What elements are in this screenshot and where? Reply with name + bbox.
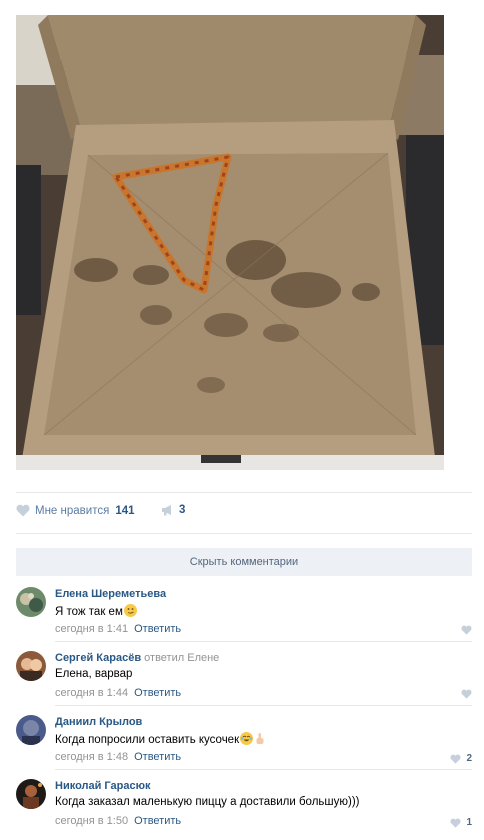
comment-header: Даниил Крылов <box>55 716 142 728</box>
share-count[interactable]: 3 <box>179 504 185 516</box>
like-count[interactable]: 141 <box>115 505 134 517</box>
reply-button[interactable]: Ответить <box>134 623 181 635</box>
heart-icon <box>450 754 461 764</box>
comment-like-button[interactable] <box>461 625 472 635</box>
comment-like-count: 2 <box>466 753 472 764</box>
comment-meta: сегодня в 1:50 Ответить <box>55 815 181 827</box>
comment-text: Я тож так ем <box>55 604 137 618</box>
heart-icon <box>450 818 461 828</box>
comment-author[interactable]: Сергей Карасёв <box>55 652 141 664</box>
hide-comments-button[interactable]: Скрыть комментарии <box>16 548 472 576</box>
comment-meta: сегодня в 1:44 Ответить <box>55 687 181 699</box>
pizza-box-photo <box>16 15 444 470</box>
comment-header: Николай Гарасюк <box>55 780 151 792</box>
heart-icon <box>16 504 30 517</box>
share-button[interactable]: 3 <box>161 504 185 516</box>
comment-item: Николай Гарасюк Когда заказал маленькую … <box>16 776 472 840</box>
reply-to-text: ответил Елене <box>144 652 219 664</box>
comment-meta: сегодня в 1:48 Ответить <box>55 751 181 763</box>
comment-time[interactable]: сегодня в 1:41 <box>55 623 128 635</box>
comment-author[interactable]: Николай Гарасюк <box>55 780 151 792</box>
like-label: Мне нравится <box>35 504 110 517</box>
post-photo[interactable] <box>16 15 444 470</box>
comment-text-content: Я тож так ем <box>55 606 123 618</box>
avatar[interactable] <box>16 651 46 681</box>
comment-meta: сегодня в 1:41 Ответить <box>55 623 181 635</box>
comment-time[interactable]: сегодня в 1:48 <box>55 751 128 763</box>
post-actions: Мне нравится 141 3 <box>16 504 472 522</box>
comment-text: Когда заказал маленькую пиццу а доставил… <box>55 796 360 808</box>
pointing-up-emoji <box>254 732 266 745</box>
avatar[interactable] <box>16 587 46 617</box>
reply-button[interactable]: Ответить <box>134 815 181 827</box>
comment-text: Елена, варвар <box>55 668 133 680</box>
comment-item: Елена Шереметьева Я тож так ем сегодня в… <box>16 584 472 648</box>
comment-time[interactable]: сегодня в 1:50 <box>55 815 128 827</box>
comment-header: Елена Шереметьева <box>55 588 166 600</box>
comment-like-button[interactable]: 2 <box>450 753 472 764</box>
heart-icon <box>461 689 472 699</box>
avatar[interactable] <box>16 779 46 809</box>
comment-like-count: 1 <box>466 817 472 828</box>
divider <box>55 641 472 642</box>
avatar[interactable] <box>16 715 46 745</box>
comment-like-button[interactable]: 1 <box>450 817 472 828</box>
megaphone-icon <box>162 505 171 516</box>
comment-like-button[interactable] <box>461 689 472 699</box>
smirk-face-emoji <box>123 604 137 617</box>
divider <box>16 492 472 493</box>
divider <box>55 769 472 770</box>
heart-icon <box>461 625 472 635</box>
reply-to-prefix: ответил <box>144 652 185 664</box>
comment-time[interactable]: сегодня в 1:44 <box>55 687 128 699</box>
comment-author[interactable]: Даниил Крылов <box>55 716 142 728</box>
reply-to-name[interactable]: Елене <box>187 652 219 664</box>
comment-item: Сергей Карасёв ответил Елене Елена, варв… <box>16 648 472 712</box>
divider <box>16 533 472 534</box>
divider <box>55 705 472 706</box>
comment-text: Когда попросили оставить кусочек <box>55 732 266 746</box>
comment-item: Даниил Крылов Когда попросили оставить к… <box>16 712 472 776</box>
like-button[interactable]: Мне нравится 141 <box>16 504 135 517</box>
comment-text-content: Когда попросили оставить кусочек <box>55 734 240 746</box>
reply-button[interactable]: Ответить <box>134 687 181 699</box>
reply-button[interactable]: Ответить <box>134 751 181 763</box>
tears-of-joy-emoji <box>240 732 254 745</box>
comment-header: Сергей Карасёв ответил Елене <box>55 652 219 664</box>
comment-author[interactable]: Елена Шереметьева <box>55 588 166 600</box>
